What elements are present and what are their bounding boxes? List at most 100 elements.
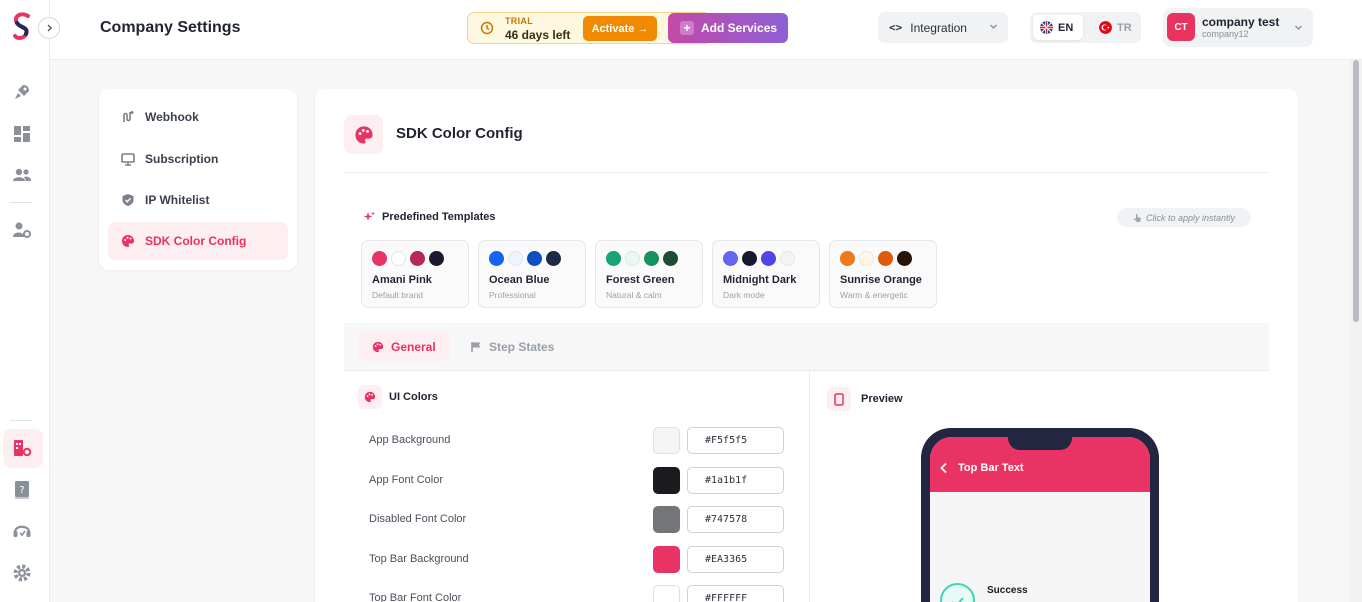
panel-divider [809,371,810,602]
swatch [625,251,640,266]
template-swatches [723,251,799,266]
rail-dashboard-button[interactable] [11,123,33,145]
color-hex-input[interactable]: #FFFFFF [687,585,784,602]
rail-help-button[interactable]: ? [11,479,33,501]
color-hex-input[interactable]: #F5f5f5 [687,427,784,454]
swatch [410,251,425,266]
color-row-app-background: App Background #F5f5f5 [369,427,785,455]
template-desc: Warm & energetic [840,290,908,300]
template-amani-pink[interactable]: Amani Pink Default brand [361,240,469,308]
color-label: Disabled Font Color [369,513,467,525]
logo-icon [13,12,30,40]
swatch [391,251,406,266]
palette-icon [372,341,384,353]
preview-title: Preview [861,393,903,405]
color-hex-input[interactable]: #EA3365 [687,546,784,573]
settings-nav-ip-whitelist[interactable]: IP Whitelist [108,181,288,219]
rail-company-settings-button[interactable] [11,437,33,459]
pointer-icon [1133,213,1141,222]
users-icon [13,168,31,181]
user-settings-icon [13,222,31,238]
company-settings-icon [14,440,32,457]
rail-divider [10,420,32,421]
color-swatch-picker[interactable] [653,546,680,573]
rail-settings-button[interactable] [11,562,33,584]
rail-users-button[interactable] [11,164,33,186]
template-desc: Default brand [372,290,424,300]
chevron-down-icon [1295,25,1302,30]
settings-nav-webhook[interactable]: Webhook [108,98,288,136]
user-company: company12 [1202,29,1249,39]
template-midnight-dark[interactable]: Midnight Dark Dark mode [712,240,820,308]
tab-step-states-label: Step States [489,339,555,354]
swatch [742,251,757,266]
template-swatches [606,251,682,266]
swatch [508,251,523,266]
user-name: company test [1202,15,1280,29]
monitor-icon [121,152,135,166]
avatar: CT [1167,13,1195,41]
settings-nav-subscription[interactable]: Subscription [108,140,288,178]
settings-nav-label: Subscription [145,152,219,166]
template-name: Midnight Dark [723,274,797,286]
swatch [723,251,738,266]
swatch [878,251,893,266]
color-row-app-font-color: App Font Color #1a1b1f [369,467,785,495]
color-hex-input[interactable]: #747578 [687,506,784,533]
settings-nav-label: Webhook [145,110,199,124]
rail-launch-button[interactable] [11,81,33,103]
color-row-disabled-font-color: Disabled Font Color #747578 [369,506,785,534]
color-swatch-picker[interactable] [653,467,680,494]
settings-nav-sdk-color-config[interactable]: SDK Color Config [108,222,288,260]
color-swatch-picker[interactable] [653,506,680,533]
template-name: Ocean Blue [489,274,550,286]
template-forest-green[interactable]: Forest Green Natural & calm [595,240,703,308]
color-swatch-picker[interactable] [653,427,680,454]
rail-support-button[interactable] [11,520,33,542]
rail-user-settings-button[interactable] [11,219,33,241]
scrollbar-thumb[interactable] [1353,60,1359,322]
rocket-icon [15,85,29,99]
predefined-templates-title: Predefined Templates [363,211,496,223]
top-bar: Company Settings TRIAL 46 days left Acti… [50,0,1362,60]
trial-label: TRIAL [505,16,533,26]
swatch [859,251,874,266]
color-hex-input[interactable]: #1a1b1f [687,467,784,494]
swatch [372,251,387,266]
template-desc: Dark mode [723,290,765,300]
add-services-label: Add Services [701,21,778,35]
template-sunrise-orange[interactable]: Sunrise Orange Warm & energetic [829,240,937,308]
language-en-label: EN [1058,21,1074,34]
tab-step-states[interactable]: Step States [457,332,567,361]
settings-nav-label: IP Whitelist [145,193,210,207]
expand-sidebar-button[interactable] [38,17,60,39]
color-swatch-picker[interactable] [653,585,680,602]
integration-label: Integration [910,20,967,35]
chevron-right-icon [47,24,52,32]
divider [344,172,1269,173]
settings-nav-label: SDK Color Config [145,234,247,248]
preview-top-bar-text: Top Bar Text [958,462,1024,474]
user-menu[interactable]: CT company test company12 [1163,8,1313,47]
sparkles-icon [363,211,375,221]
preview-success-text: Success [987,585,1028,596]
phone-screen: Top Bar Text Success [930,437,1150,602]
preview-header: Preview [827,387,903,411]
template-ocean-blue[interactable]: Ocean Blue Professional [478,240,586,308]
flag-icon [471,341,482,353]
activate-button[interactable]: Activate → [583,16,657,41]
phone-notch [1008,428,1072,450]
color-label: App Font Color [369,474,443,486]
template-name: Amani Pink [372,274,432,286]
template-swatches [372,251,448,266]
tab-general[interactable]: General [358,332,450,361]
add-services-button[interactable]: + Add Services [668,13,788,43]
page-scrollbar[interactable] [1350,60,1362,602]
integration-dropdown[interactable]: <> Integration [878,12,1008,43]
gear-icon [13,564,31,582]
language-tr-button[interactable]: TR [1092,15,1137,40]
plus-icon: + [680,21,694,35]
color-label: Top Bar Background [369,553,469,565]
swatch [663,251,678,266]
language-en-button[interactable]: EN [1033,15,1083,40]
